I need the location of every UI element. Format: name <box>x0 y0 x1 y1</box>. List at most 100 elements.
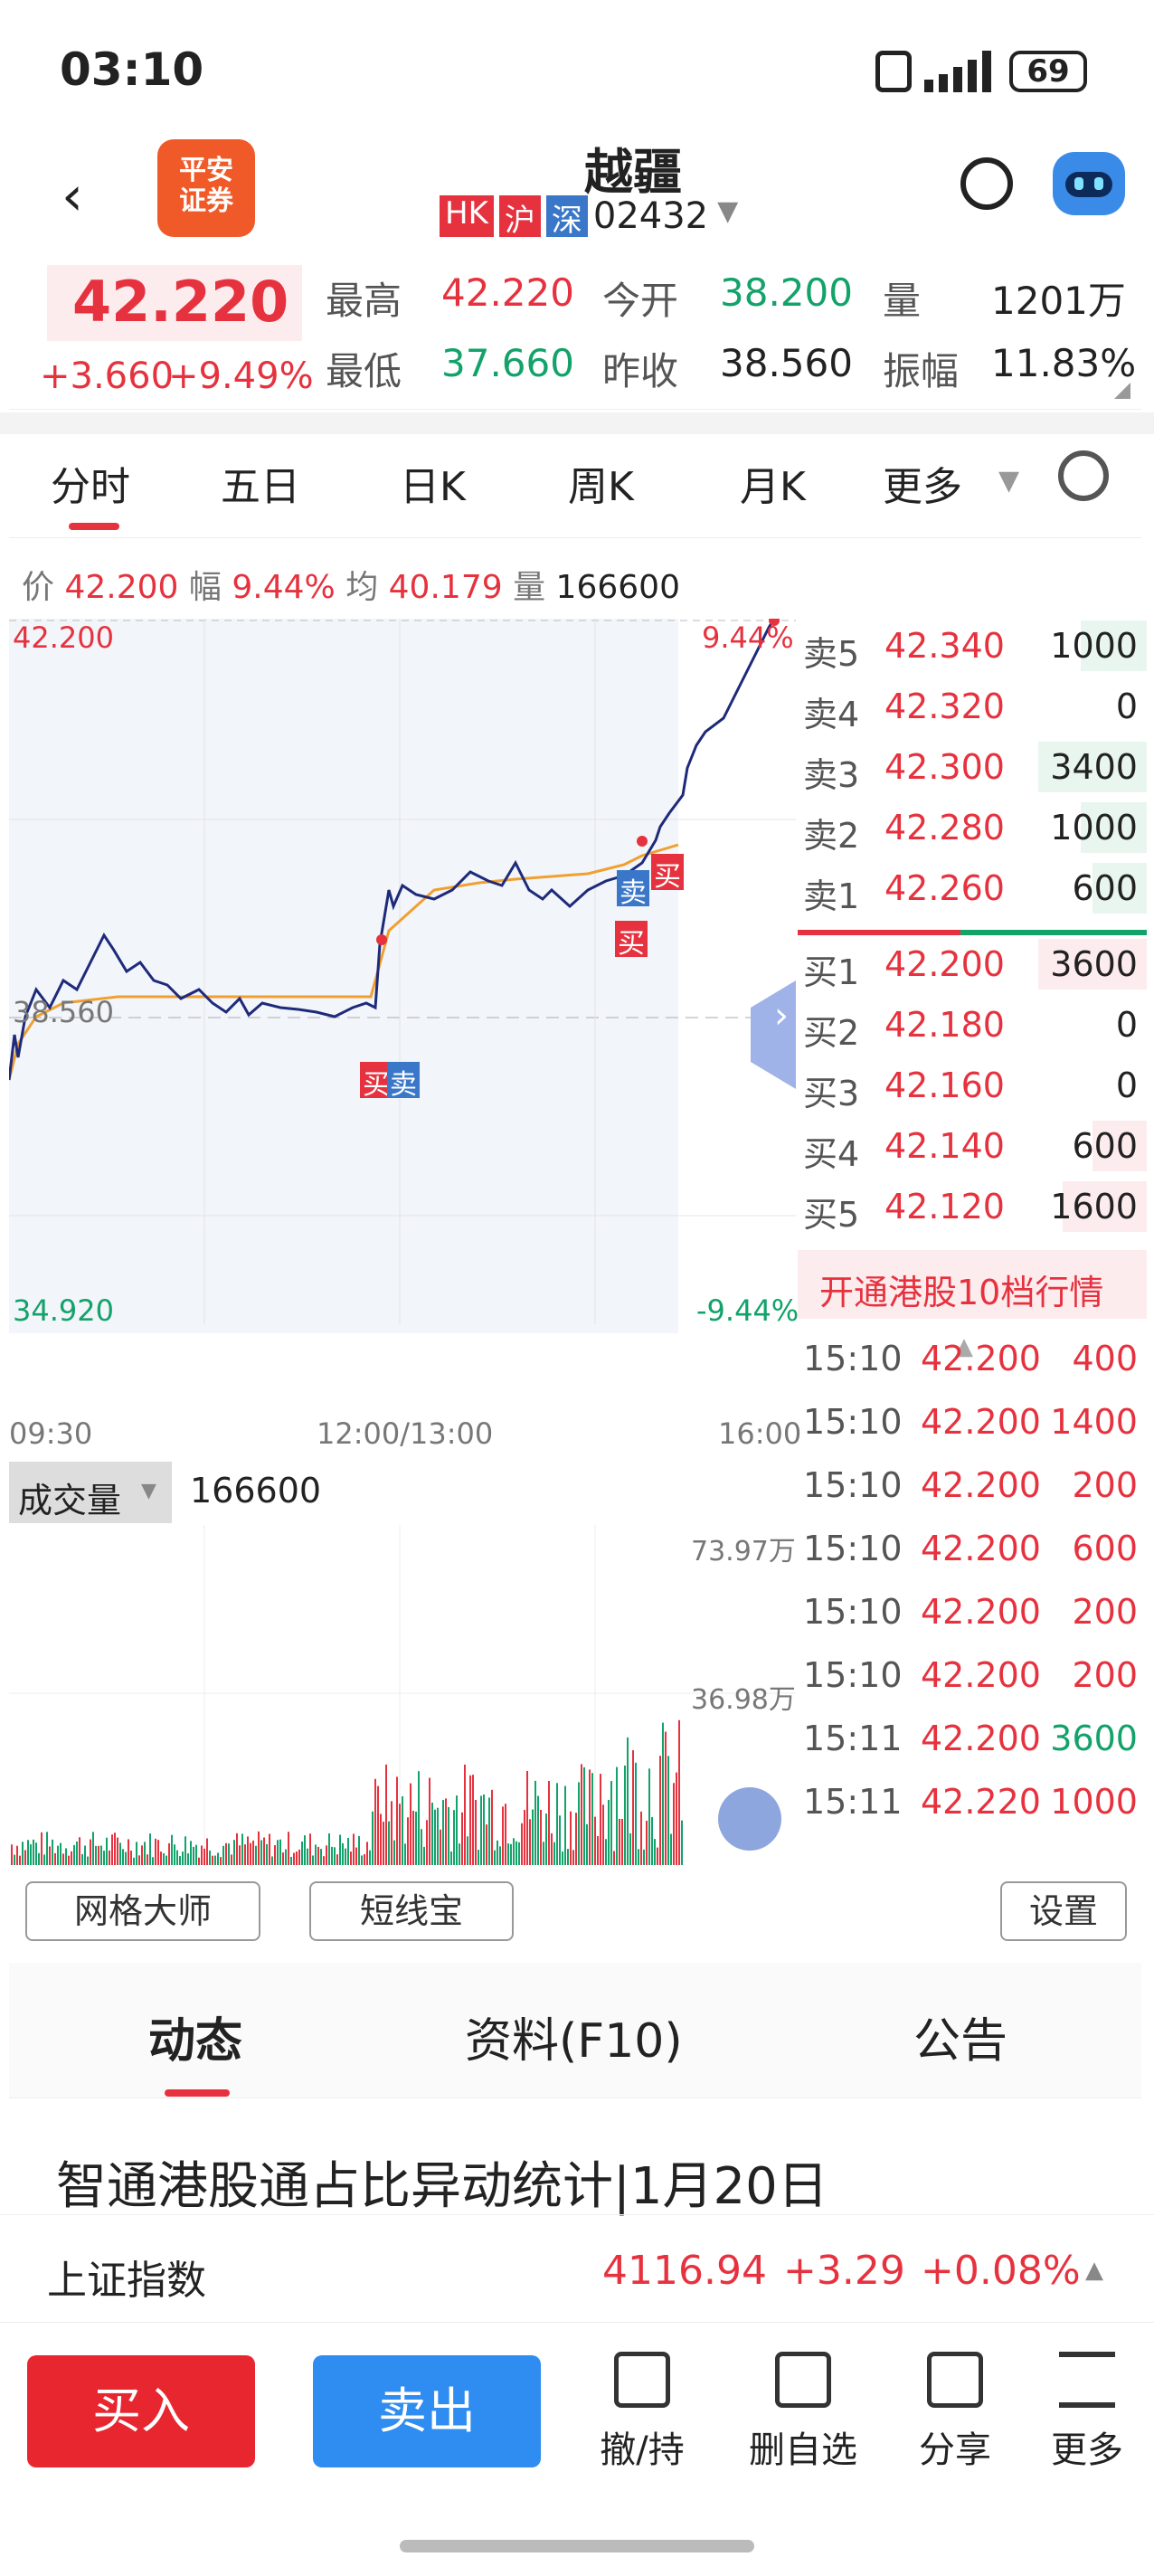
volume-bar <box>502 1806 504 1865</box>
search-icon[interactable] <box>960 157 1013 210</box>
ask-row[interactable]: 卖5 42.340 1000 <box>798 615 1147 675</box>
high-label: 最高 <box>326 279 402 323</box>
volume-bar <box>665 1731 667 1865</box>
volume-bar <box>209 1850 211 1865</box>
tab-more[interactable]: 更多 <box>883 454 962 512</box>
expand-corner-icon[interactable] <box>1114 383 1130 399</box>
volume-bar <box>524 1809 525 1865</box>
code-dropdown-icon[interactable]: ▼ <box>717 195 738 237</box>
volume-bar <box>255 1845 257 1865</box>
volume-bar <box>434 1809 436 1865</box>
tick-time: 15:10 <box>803 1592 903 1632</box>
collapse-orderbook-icon[interactable]: › <box>774 995 789 1037</box>
volume-bar <box>84 1845 86 1865</box>
volume-bar <box>263 1837 265 1865</box>
tools-settings-button[interactable]: 设置 <box>1000 1881 1127 1941</box>
ask-row[interactable]: 卖3 42.300 3400 <box>798 736 1147 796</box>
back-icon[interactable]: ‹ <box>61 165 83 228</box>
volume-bar <box>467 1836 468 1865</box>
tab-weekly-k[interactable]: 周K <box>568 454 634 512</box>
tab-monthly-k[interactable]: 月K <box>740 454 806 512</box>
open-hk-10-level-link[interactable]: 开通港股10档行情 <box>798 1250 1147 1319</box>
volume-bar <box>380 1814 382 1865</box>
volume-bar <box>260 1840 262 1865</box>
tick-price: 42.200 <box>921 1402 1041 1442</box>
volume-bar <box>184 1836 186 1865</box>
tab-announcements[interactable]: 公告 <box>913 2003 1007 2070</box>
volume-indicator-select[interactable]: 成交量 ▼ <box>9 1462 172 1523</box>
more-dropdown-icon[interactable]: ▼ <box>998 465 1019 497</box>
volume-bar <box>545 1814 547 1865</box>
volume-bar <box>540 1809 542 1865</box>
fullscreen-icon[interactable] <box>718 1787 781 1851</box>
volume-bar <box>610 1781 612 1865</box>
volume-bar <box>673 1783 675 1865</box>
volume-bar <box>298 1849 300 1865</box>
short-line-button[interactable]: 短线宝 <box>309 1881 514 1941</box>
bid-row[interactable]: 买2 42.180 0 <box>798 994 1147 1054</box>
tick-qty: 600 <box>1072 1529 1138 1568</box>
more-button[interactable]: 更多 <box>1024 2352 1150 2473</box>
remove-watchlist-button[interactable]: 删自选 <box>740 2352 866 2473</box>
assistant-robot-icon[interactable] <box>1053 152 1125 215</box>
level-qty: 600 <box>1072 868 1138 908</box>
volume-bar <box>488 1797 490 1865</box>
volume-bar <box>279 1839 281 1865</box>
volume-bar <box>559 1815 561 1865</box>
tick-price: 42.200 <box>921 1592 1041 1632</box>
tab-f10[interactable]: 资料(F10) <box>465 2003 683 2070</box>
pct-axis-top: 9.44% <box>702 620 794 655</box>
bid-row[interactable]: 买3 42.160 0 <box>798 1055 1147 1114</box>
volume-bar <box>497 1840 498 1865</box>
volume-bar <box>353 1833 355 1865</box>
share-button[interactable]: 分享 <box>892 2352 1018 2473</box>
bid-row[interactable]: 买1 42.200 3600 <box>798 933 1147 993</box>
prev-close-value: 38.560 <box>720 341 853 385</box>
active-tab-indicator <box>69 523 119 530</box>
ask-row[interactable]: 卖4 42.320 0 <box>798 676 1147 735</box>
bid-row[interactable]: 买4 42.140 600 <box>798 1115 1147 1175</box>
index-ticker[interactable]: 上证指数 4116.94 +3.29 +0.08% ▲ <box>0 2214 1154 2323</box>
volume-bar <box>323 1856 325 1865</box>
volume-bar <box>212 1855 213 1865</box>
volume-bar <box>65 1848 67 1865</box>
pct-axis-bottom: -9.44% <box>696 1293 799 1328</box>
volume-bar <box>252 1840 254 1865</box>
tick-time: 15:11 <box>803 1719 903 1758</box>
tab-intraday[interactable]: 分时 <box>51 454 130 512</box>
level-label: 买5 <box>803 1195 860 1235</box>
volume-bar <box>456 1795 458 1865</box>
volume-bar <box>95 1845 97 1865</box>
volume-bar <box>507 1843 509 1865</box>
volume-bar <box>250 1842 251 1865</box>
volume-bar <box>43 1854 45 1865</box>
buy-button[interactable]: 买入 <box>27 2355 255 2467</box>
news-headline[interactable]: 智通港股通占比异动统计|1月20日 <box>56 2145 828 2219</box>
volume-bar <box>288 1832 289 1865</box>
volume-bar <box>537 1795 539 1865</box>
tick-price: 42.200 <box>921 1529 1041 1568</box>
volume-bar <box>125 1852 127 1865</box>
ask-row[interactable]: 卖1 42.260 600 <box>798 857 1147 917</box>
info-avg-label: 均 <box>345 569 379 606</box>
bid-row[interactable]: 买5 42.120 1600 <box>798 1176 1147 1236</box>
cancel-hold-label: 撤/持 <box>600 2429 685 2471</box>
tab-news[interactable]: 动态 <box>148 2003 242 2070</box>
volume-bar <box>483 1794 485 1865</box>
volume-bar <box>404 1843 406 1865</box>
cancel-hold-button[interactable]: 撤/持 <box>579 2352 705 2473</box>
level-qty: 0 <box>1115 687 1138 726</box>
volume-bar <box>472 1775 474 1865</box>
stock-name: 越疆 <box>584 144 682 201</box>
sell-button[interactable]: 卖出 <box>313 2355 541 2467</box>
volume-bar <box>648 1768 650 1865</box>
ask-row[interactable]: 卖2 42.280 1000 <box>798 797 1147 857</box>
settings-gear-icon[interactable] <box>1058 450 1109 501</box>
tab-five-day[interactable]: 五日 <box>221 454 300 512</box>
menu-icon <box>1059 2352 1115 2408</box>
expand-up-icon[interactable]: ▲ <box>1085 2257 1103 2284</box>
grid-master-button[interactable]: 网格大师 <box>25 1881 260 1941</box>
open-value: 38.200 <box>720 270 853 315</box>
price-line-chart[interactable] <box>9 619 796 1333</box>
tab-daily-k[interactable]: 日K <box>400 454 466 512</box>
